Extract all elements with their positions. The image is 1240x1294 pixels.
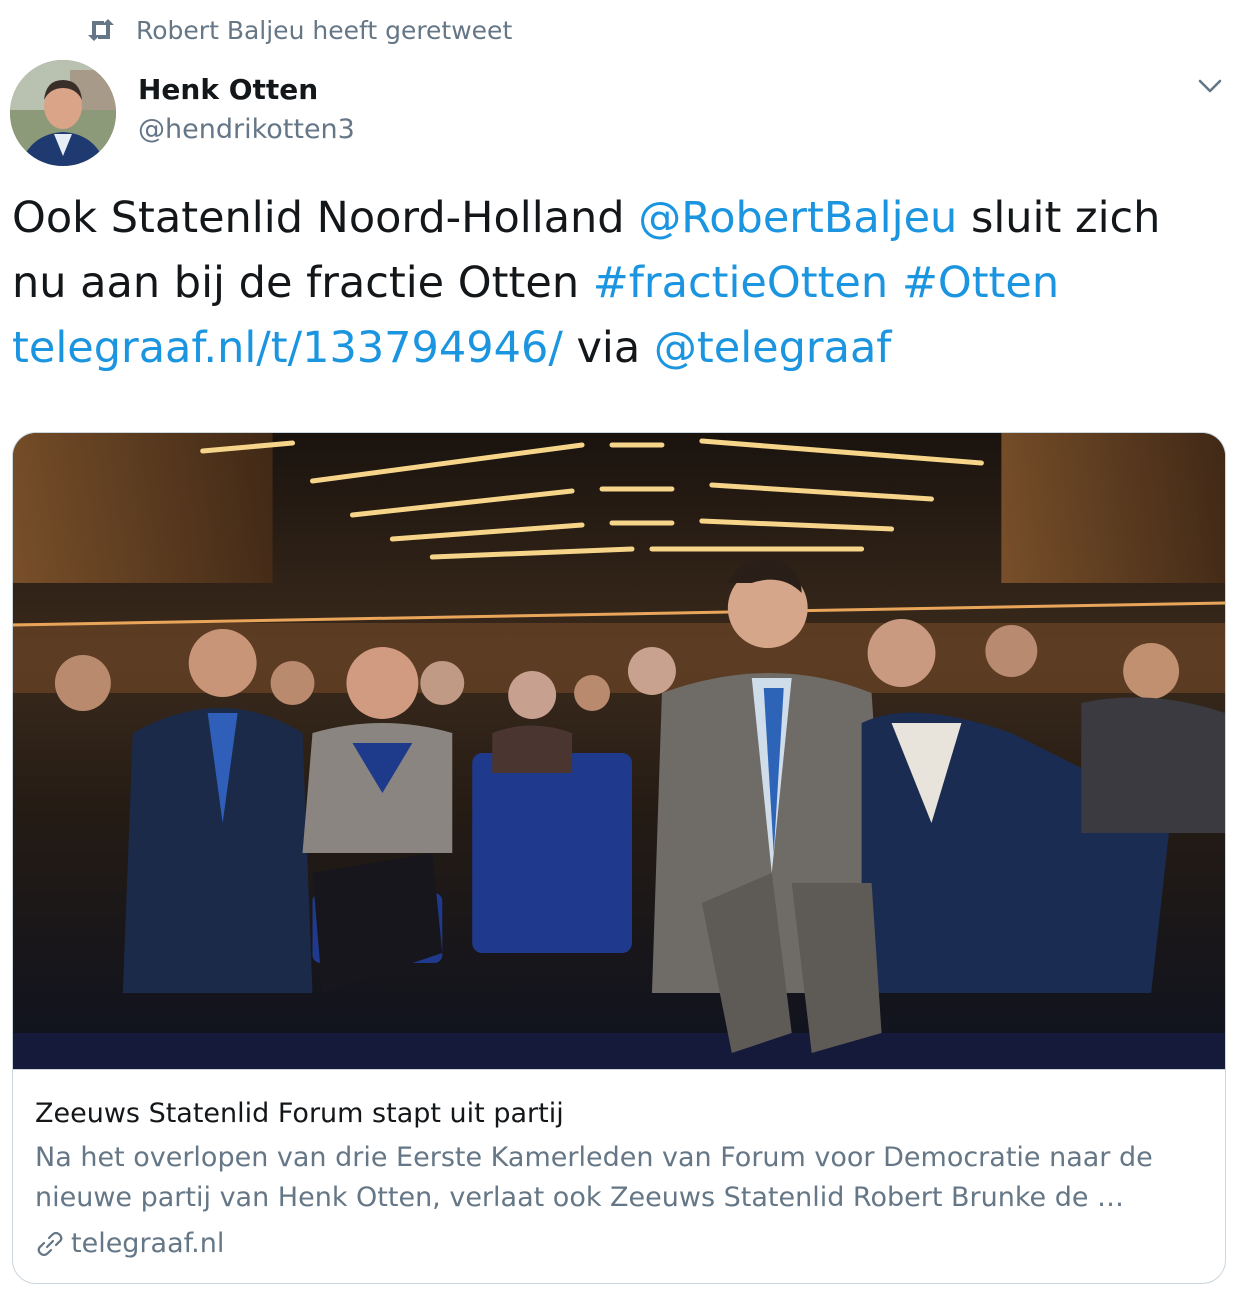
tweet-url-link[interactable]: telegraaf.nl/t/133794946/ bbox=[12, 323, 563, 373]
retweet-context[interactable]: Robert Baljeu heeft geretweet bbox=[86, 10, 512, 50]
retweet-icon bbox=[88, 19, 114, 41]
link-icon bbox=[37, 1231, 63, 1257]
card-domain-row: telegraaf.nl bbox=[35, 1222, 1203, 1266]
author-handle[interactable]: @hendrikotten3 bbox=[138, 110, 355, 150]
card-image[interactable] bbox=[13, 433, 1225, 1069]
author-name[interactable]: Henk Otten bbox=[138, 70, 355, 110]
hashtag-fractieotten[interactable]: #fractieOtten bbox=[593, 258, 888, 308]
card-domain: telegraaf.nl bbox=[71, 1228, 225, 1259]
tweet-header: Henk Otten @hendrikotten3 bbox=[10, 60, 355, 166]
card-description: Na het overlopen van drie Eerste Kamerle… bbox=[35, 1142, 1153, 1213]
avatar[interactable] bbox=[10, 60, 116, 166]
retweet-label: Robert Baljeu heeft geretweet bbox=[136, 15, 513, 45]
mention-robertbaljeu[interactable]: @RobertBaljeu bbox=[638, 193, 957, 243]
tweet-text: Ook Statenlid Noord-Holland @RobertBalje… bbox=[12, 186, 1222, 381]
card-title: Zeeuws Statenlid Forum stapt uit partij bbox=[35, 1098, 564, 1129]
avatar-photo bbox=[10, 60, 116, 166]
mention-telegraaf[interactable]: @telegraaf bbox=[654, 323, 892, 373]
chevron-down-icon[interactable] bbox=[1194, 70, 1226, 102]
tweet-text-part1: Ook Statenlid Noord-Holland bbox=[12, 193, 639, 243]
hashtag-otten[interactable]: #Otten bbox=[902, 258, 1059, 308]
tweet-text-space bbox=[888, 258, 902, 308]
link-card[interactable]: Zeeuws Statenlid Forum stapt uit partij … bbox=[12, 432, 1226, 1284]
tweet-text-via: via bbox=[562, 323, 654, 373]
